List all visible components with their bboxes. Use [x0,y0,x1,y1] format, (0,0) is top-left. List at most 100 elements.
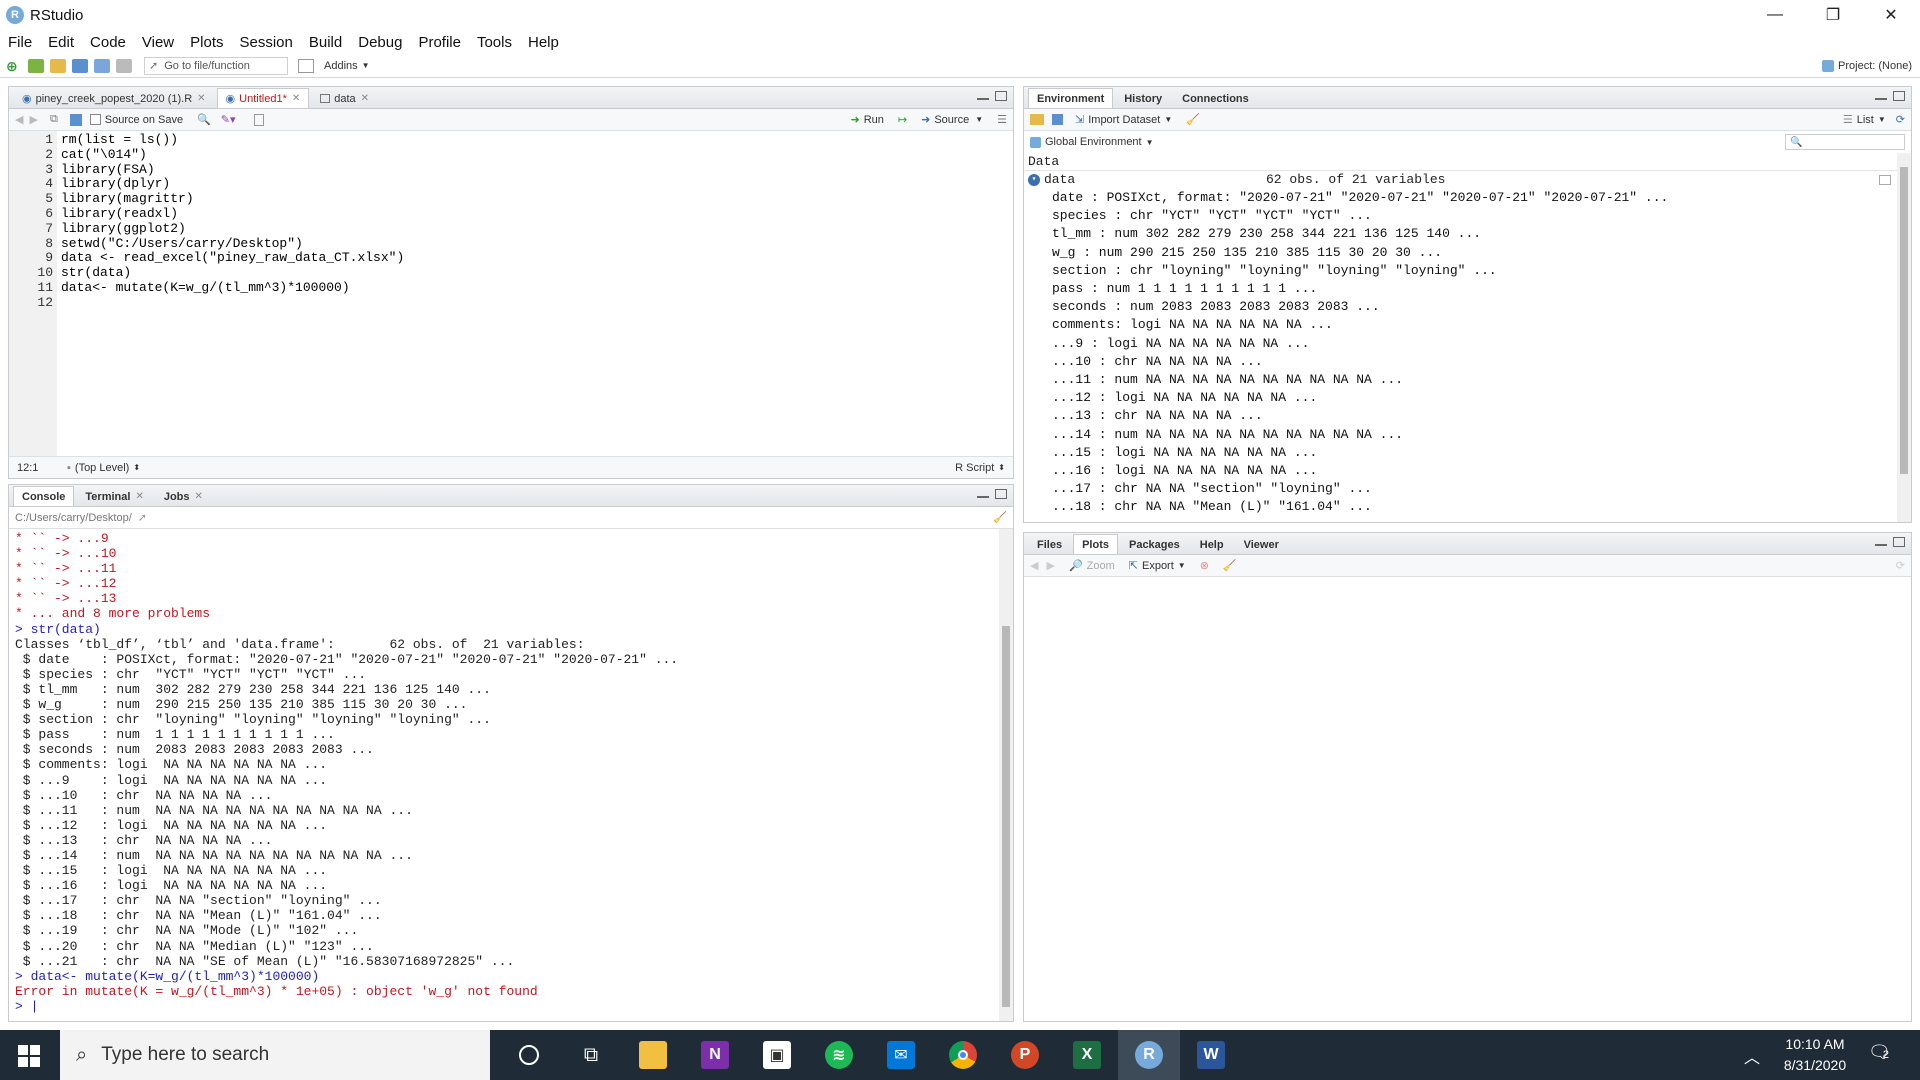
forward-arrow-icon[interactable]: ▶ [29,113,37,126]
tab-help[interactable]: Help [1191,534,1233,554]
menu-code[interactable]: Code [90,34,126,51]
code-line[interactable]: library(magrittr) [61,191,1009,207]
view-mode-selector[interactable]: ☰ List ▼ [1843,113,1886,127]
expand-toggle-icon[interactable]: ▾ [1028,174,1040,186]
tab-viewer[interactable]: Viewer [1235,534,1288,554]
menu-file[interactable]: File [8,34,32,51]
clear-plots-icon[interactable]: 🧹 [1223,559,1237,572]
tab-files[interactable]: Files [1028,534,1071,554]
powerpoint-icon[interactable]: P [994,1030,1056,1080]
spotify-icon[interactable]: ≋ [808,1030,870,1080]
minimize-pane-icon[interactable] [977,97,989,100]
close-tab-icon[interactable]: ✕ [197,93,205,104]
code-line[interactable]: library(readxl) [61,206,1009,222]
minimize-pane-icon[interactable] [1875,543,1887,546]
close-tab-icon[interactable]: ✕ [135,491,143,502]
code-editor[interactable]: 1 2 3 4 5 6 7 8 9 10 11 12 rm(list = ls()) cat("\014… [9,131,1013,456]
save-icon[interactable] [69,113,82,126]
next-plot-icon[interactable]: ▶ [1046,559,1054,572]
tab-packages[interactable]: Packages [1120,534,1189,554]
file-type-selector[interactable]: R Script ⬍ [955,462,1005,474]
open-file-icon[interactable] [50,58,66,73]
close-tab-icon[interactable]: ✕ [292,93,300,104]
environment-search-input[interactable]: 🔍 [1785,134,1905,150]
code-line[interactable]: library(dplyr) [61,177,1009,192]
taskbar-search-box[interactable]: ⌕ Type here to search [60,1030,490,1080]
new-project-icon[interactable] [28,58,44,73]
clock[interactable]: 10:10 AM 8/31/2020 [1770,1034,1860,1076]
menu-debug[interactable]: Debug [358,34,402,51]
tab-connections[interactable]: Connections [1173,88,1258,108]
mail-icon[interactable]: ✉ [870,1030,932,1080]
tab-history[interactable]: History [1115,88,1171,108]
tab-data[interactable]: data ✕ [311,88,378,108]
code-line[interactable]: data<- mutate(K=w_g/(tl_mm^3)*100000) [61,280,1009,296]
workspace-panes-icon[interactable] [298,58,314,73]
source-button[interactable]: ➜ Source ▼ [921,113,983,127]
windows-start-icon[interactable] [18,1045,40,1067]
onenote-icon[interactable]: N [684,1030,746,1080]
save-workspace-icon[interactable] [1052,114,1063,125]
code-line[interactable]: library(FSA) [61,162,1009,178]
save-all-icon[interactable] [94,58,110,73]
maximize-pane-icon[interactable] [995,91,1007,101]
view-data-icon[interactable] [1879,175,1891,185]
env-object-row[interactable]: ▾ data 62 obs. of 21 variables [1024,171,1897,189]
show-in-window-icon[interactable]: ⧉ [50,113,58,126]
import-dataset-button[interactable]: ⇲ Import Dataset ▼ [1075,113,1172,127]
scope-selector[interactable]: Global Environment ▼ [1030,136,1154,148]
go-to-file-input[interactable]: ➚ Go to file/function [144,56,288,75]
save-icon[interactable] [72,58,88,73]
file-explorer-icon[interactable] [622,1030,684,1080]
word-icon[interactable]: W [1180,1030,1242,1080]
console-scroll-thumb[interactable] [1002,626,1010,1007]
print-icon[interactable] [116,58,132,73]
close-tab-icon[interactable]: ✕ [361,93,369,104]
store-icon[interactable]: ▣ [746,1030,808,1080]
menu-build[interactable]: Build [309,34,342,51]
tab-environment[interactable]: Environment [1028,88,1114,108]
minimize-pane-icon[interactable] [977,495,989,498]
maximize-pane-icon[interactable] [1893,91,1905,101]
minimize-pane-icon[interactable] [1875,97,1887,100]
code-line[interactable]: library(ggplot2) [61,221,1009,237]
code-line[interactable]: data <- read_excel("piney_raw_data_CT.xl… [61,251,1009,266]
excel-icon[interactable]: X [1056,1030,1118,1080]
code-line[interactable]: rm(list = ls()) [61,132,1009,148]
code-line[interactable] [61,296,1009,311]
code-area[interactable]: rm(list = ls()) cat("\014") library(FSA) li… [57,131,1013,456]
refresh-icon[interactable]: ⟳ [1896,113,1905,126]
zoom-button[interactable]: 🔎 Zoom [1069,559,1115,573]
compile-report-icon[interactable] [253,113,264,126]
environment-scroll-thumb[interactable] [1900,167,1908,474]
menu-session[interactable]: Session [240,34,293,51]
close-button[interactable]: ✕ [1862,0,1920,30]
run-button[interactable]: ➜ Run [851,113,884,127]
tab-plots[interactable]: Plots [1073,534,1118,554]
tab-terminal[interactable]: Terminal ✕ [76,486,152,506]
find-icon[interactable]: 🔍 [197,113,211,126]
code-line[interactable]: str(data) [61,265,1009,281]
addins-button[interactable]: Addins [324,60,358,72]
project-menu[interactable]: Project: (None) [1822,59,1912,72]
minimize-button[interactable]: — [1746,0,1804,30]
load-workspace-icon[interactable] [1030,114,1044,125]
scope-selector[interactable]: ▪ (Top Level) ⬍ [67,462,140,474]
maximize-pane-icon[interactable] [1893,537,1905,547]
export-button[interactable]: ⇱ Export ▼ [1129,559,1186,573]
menu-plots[interactable]: Plots [190,34,223,51]
remove-plot-icon[interactable]: ⊗ [1200,559,1209,572]
notifications-icon[interactable]: 🗨2 [1868,1042,1891,1063]
code-line[interactable]: setwd("C:/Users/carry/Desktop") [61,236,1009,252]
menu-view[interactable]: View [142,34,174,51]
environment-scrollbar[interactable] [1897,153,1911,522]
rstudio-taskbar-icon[interactable]: R [1118,1030,1180,1080]
code-line[interactable]: cat("\014") [61,147,1009,163]
rerun-icon[interactable]: ↦ [898,113,907,126]
show-hidden-icons[interactable]: ︿ [1744,1044,1760,1068]
restore-button[interactable]: ❐ [1804,0,1862,30]
close-tab-icon[interactable]: ✕ [195,491,203,502]
menu-edit[interactable]: Edit [48,34,74,51]
task-view-icon[interactable]: ⧉ [560,1030,622,1080]
previous-plot-icon[interactable]: ◀ [1030,559,1038,572]
